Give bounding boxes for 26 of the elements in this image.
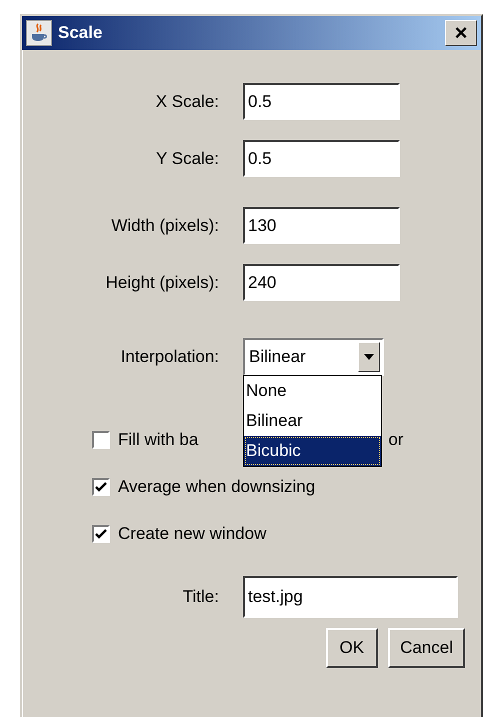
field-label: Title: — [182, 587, 219, 607]
interpolation-dropdown[interactable]: Bilinear — [243, 338, 384, 376]
window-title: Scale — [58, 23, 104, 43]
checkbox-label: Create new window — [118, 524, 266, 544]
checkbox[interactable] — [92, 478, 110, 496]
coffee-cup-icon — [26, 20, 52, 46]
input-field[interactable]: test.jpg — [243, 576, 458, 618]
input-field[interactable]: 0.5 — [243, 140, 400, 177]
dropdown-arrow-icon — [363, 353, 375, 361]
close-button[interactable]: × — [445, 20, 477, 46]
input-field[interactable]: 240 — [243, 264, 400, 301]
field-label: Width (pixels): — [110, 216, 219, 236]
checkbox-label: Average when downsizing — [118, 477, 316, 497]
checkbox-label: or — [388, 430, 404, 450]
field-label: Y Scale: — [154, 148, 219, 168]
checkbox[interactable] — [92, 431, 110, 449]
checkbox[interactable] — [92, 525, 110, 543]
checkbox-label: Fill with ba — [118, 430, 198, 450]
input-field[interactable]: 0.5 — [243, 83, 400, 120]
dropdown-option[interactable]: Bicubic — [244, 436, 381, 466]
ok-button[interactable]: OK — [326, 628, 378, 668]
field-label: Height (pixels): — [104, 272, 219, 292]
cancel-button[interactable]: Cancel — [388, 628, 465, 668]
input-field[interactable]: 130 — [243, 207, 400, 244]
field-label: X Scale: — [154, 92, 219, 112]
field-label: Interpolation: — [120, 347, 219, 367]
